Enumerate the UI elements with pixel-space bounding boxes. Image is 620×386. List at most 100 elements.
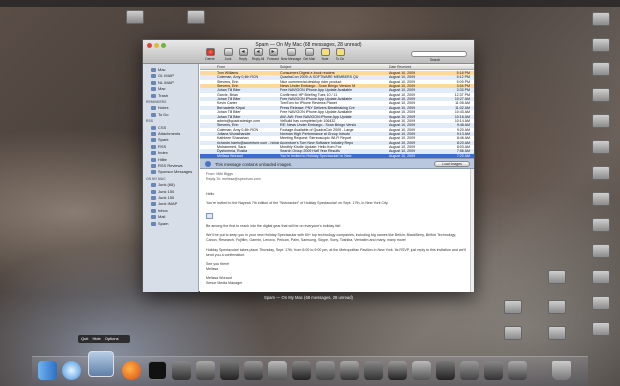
dock-app-menu: Quit Hide Options (78, 335, 130, 343)
app-icon[interactable] (268, 361, 287, 380)
sidebar-item[interactable]: Junk 150 (143, 189, 198, 195)
mailbox-icon (151, 93, 156, 98)
desktop-file-icon[interactable] (592, 322, 610, 336)
sidebar-item[interactable]: Mac (143, 86, 198, 92)
options-menu-item[interactable]: Options (105, 336, 119, 341)
column-subject[interactable]: Subject (280, 64, 388, 70)
sidebar-item[interactable]: Junk IMAP (143, 201, 198, 207)
message-list[interactable]: From Subject Date Received Tom Williams C… (200, 64, 474, 158)
app-icon[interactable] (436, 361, 455, 380)
column-from[interactable]: From (217, 64, 279, 70)
sidebar-item[interactable]: Spark (143, 137, 198, 143)
desktop-drive-icon[interactable] (126, 10, 144, 24)
sidebar-item[interactable]: Mac (143, 67, 198, 73)
column-date[interactable]: Date Received (389, 64, 443, 70)
quit-menu-item[interactable]: Quit (81, 336, 88, 341)
sidebar-item-label: ON MY MAC (146, 176, 166, 181)
app-icon[interactable] (172, 361, 191, 380)
desktop-file-icon[interactable] (592, 244, 610, 258)
sidebar-item-label: Junk 150 (158, 195, 175, 200)
trash-icon[interactable] (552, 361, 571, 380)
sidebar-item[interactable]: RSS Reviews (143, 163, 198, 169)
sidebar-item-label: NL IMAP (158, 79, 174, 85)
desktop-file-icon[interactable] (592, 296, 610, 310)
app-icon[interactable] (508, 361, 527, 380)
desktop-file-icon[interactable] (548, 326, 566, 340)
desktop-drive-icon[interactable] (592, 38, 610, 52)
desktop-folder-icon[interactable] (187, 10, 205, 24)
desktop-folder-icon[interactable] (592, 140, 610, 154)
sidebar-item[interactable]: To Do (143, 112, 198, 118)
desktop-file-icon[interactable] (592, 166, 610, 180)
app-icon[interactable] (316, 361, 335, 380)
app-icon[interactable] (460, 361, 479, 380)
sidebar-item[interactable]: Index (143, 150, 198, 156)
desktop-file-icon[interactable] (548, 270, 566, 284)
sidebar-item[interactable]: Junk (68) (143, 182, 198, 188)
app-icon[interactable] (364, 361, 383, 380)
sidebar-item[interactable]: GL IMAP (143, 73, 198, 79)
app-icon[interactable] (484, 361, 503, 380)
app-icon[interactable] (220, 361, 239, 380)
desktop-file-icon[interactable] (592, 192, 610, 206)
sidebar-item[interactable]: Inbox (143, 207, 198, 214)
image-placeholder-icon (206, 213, 213, 219)
app-icon[interactable] (196, 361, 215, 380)
sidebar-item-label: Hilite (158, 156, 167, 162)
todo-button[interactable]: To Do (329, 48, 351, 61)
signature: Melissa Woraud (206, 276, 232, 280)
mail-icon[interactable] (88, 351, 114, 377)
finder-icon[interactable] (38, 361, 57, 380)
banner-text: This message contains unloaded images. (215, 162, 293, 167)
desktop-drive-icon[interactable] (592, 12, 610, 26)
hide-menu-item[interactable]: Hide (92, 336, 100, 341)
sidebar-item[interactable]: CSS (143, 125, 198, 131)
desktop-file-icon[interactable] (504, 326, 522, 340)
sidebar-item[interactable]: Trash (143, 93, 198, 99)
load-images-button[interactable]: Load Images (434, 161, 470, 167)
app-icon[interactable] (340, 361, 359, 380)
greeting: Hello (206, 192, 215, 196)
terminal-icon[interactable] (148, 361, 167, 380)
menu-bar (0, 0, 620, 7)
desktop-file-icon[interactable] (592, 270, 610, 284)
sidebar-item[interactable]: NL IMAP (143, 79, 198, 86)
sidebar-item[interactable]: Spam (143, 220, 198, 227)
mailbox-icon (151, 74, 156, 79)
sidebar-item[interactable]: RSS (143, 144, 198, 150)
todo-icon (335, 48, 345, 56)
app-icon[interactable] (412, 361, 431, 380)
sidebar-item[interactable]: Mail (143, 214, 198, 220)
desktop-file-icon[interactable] (548, 300, 566, 314)
paragraph: See you there! (206, 262, 230, 266)
mailbox-icon (151, 195, 156, 200)
sidebar-item-label: Mac (158, 86, 166, 92)
safari-icon[interactable] (62, 361, 81, 380)
desktop-drive-icon[interactable] (592, 62, 610, 76)
desktop-folder-icon[interactable] (592, 114, 610, 128)
mailbox-icon (151, 221, 156, 226)
desktop-folder-icon[interactable] (592, 88, 610, 102)
sidebar-item[interactable]: Attachments (143, 131, 198, 137)
dock (32, 351, 588, 386)
app-icon[interactable] (244, 361, 263, 380)
app-icon[interactable] (388, 361, 407, 380)
search-label: Search (430, 58, 441, 62)
scrollbar[interactable] (470, 169, 474, 292)
sidebar-item-label: Sponsor Messages (158, 169, 193, 175)
sidebar-item[interactable]: Notes (143, 105, 198, 111)
sidebar-item-label: Spam (158, 220, 169, 226)
search-input[interactable] (411, 51, 467, 57)
sidebar-item[interactable]: Hilite (143, 156, 198, 163)
sidebar-item-label: Index (158, 150, 168, 156)
desktop-file-icon[interactable] (504, 300, 522, 314)
app-icon[interactable] (292, 361, 311, 380)
mailbox-icon (151, 87, 156, 92)
sidebar-item[interactable]: Sponsor Messages (143, 169, 198, 175)
replyto-header: Reply-To: melissa@spectrum.com (206, 177, 261, 181)
sidebar-item[interactable]: Junk 150 (143, 195, 198, 201)
firefox-icon[interactable] (122, 361, 141, 380)
paragraph: You're invited to the Nayeah 7th edition… (206, 201, 389, 205)
desktop-file-icon[interactable] (592, 218, 610, 232)
sidebar-item-label: Inbox (158, 207, 168, 213)
